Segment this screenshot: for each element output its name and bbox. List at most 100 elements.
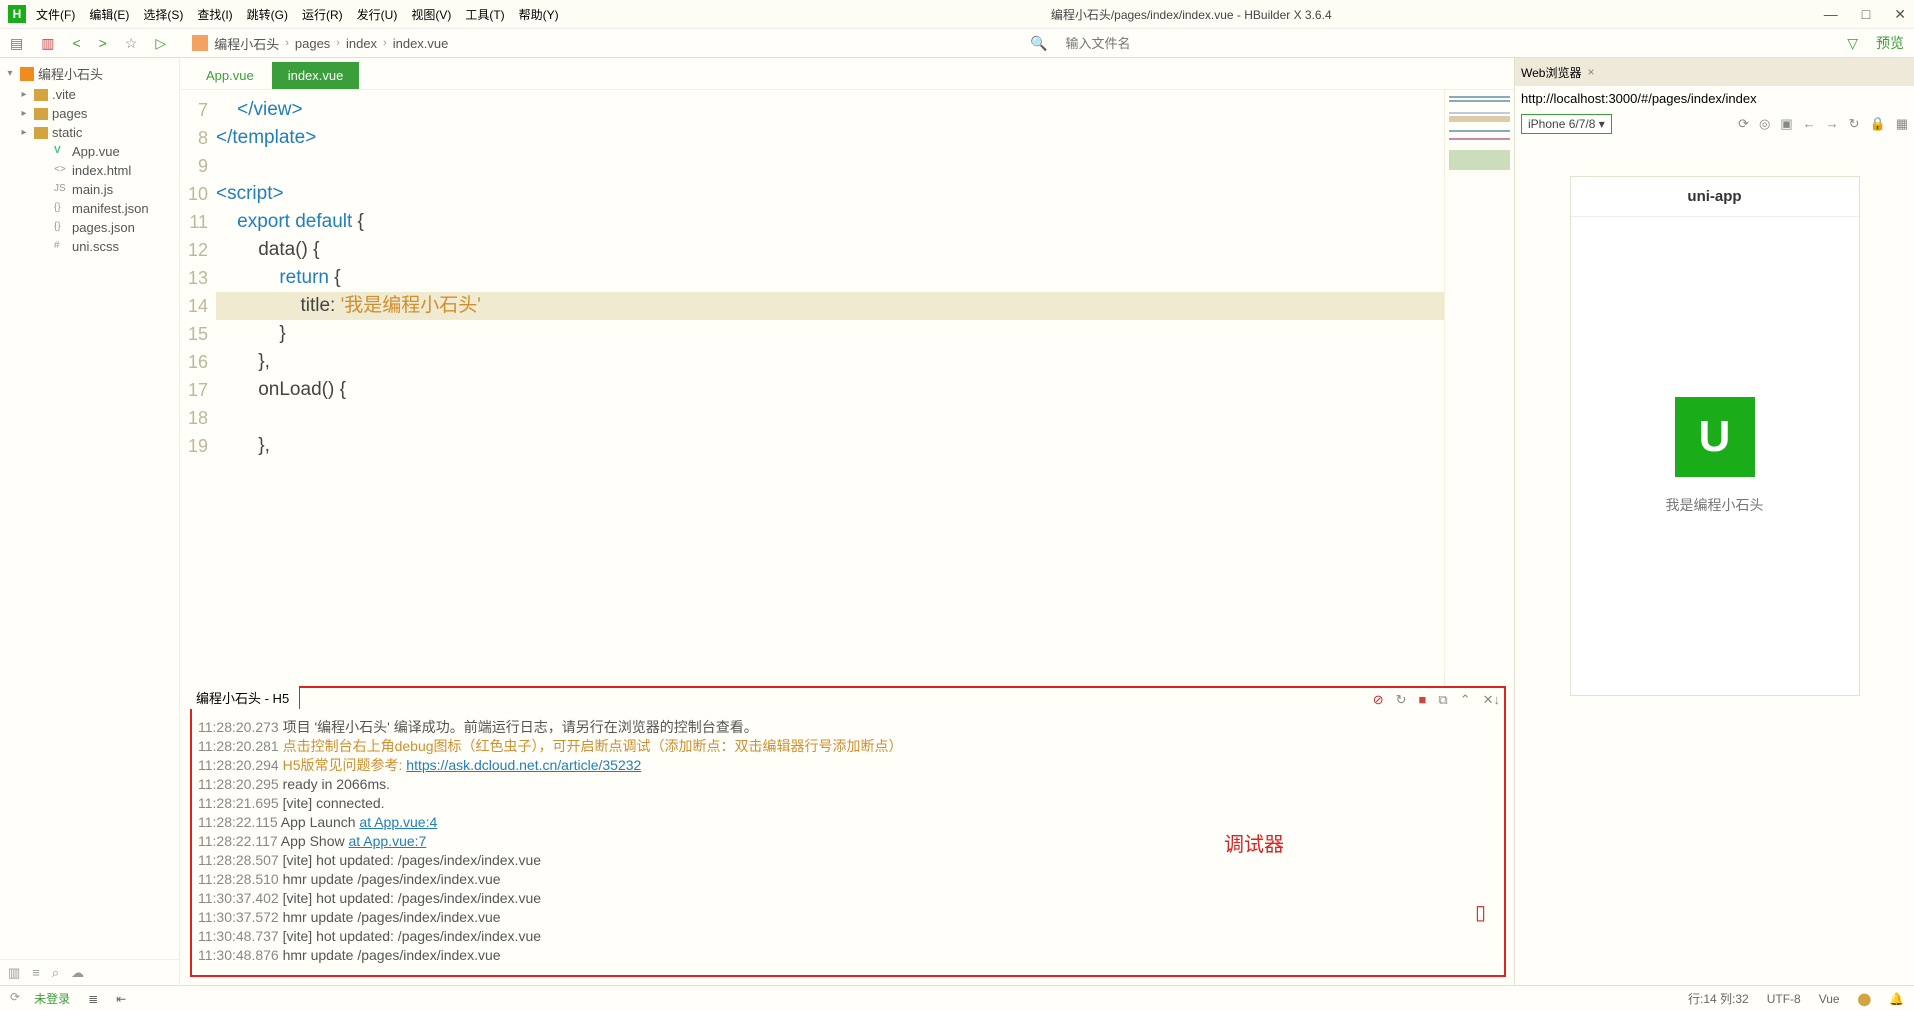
editor-tab[interactable]: App.vue — [190, 62, 270, 89]
stop-icon[interactable]: ■ — [1419, 692, 1427, 708]
nav-forward-button[interactable]: > — [99, 35, 107, 51]
target-icon[interactable]: ◎ — [1759, 116, 1770, 132]
menu-publish[interactable]: 发行(U) — [357, 6, 398, 23]
console-cursor-icon: ▯ — [1475, 900, 1486, 925]
tree-item[interactable]: VApp.vue — [0, 142, 179, 161]
gutter[interactable]: 78910111213141516171819 — [180, 90, 216, 686]
menu-help[interactable]: 帮助(Y) — [519, 6, 559, 23]
minimize-button[interactable]: — — [1824, 6, 1838, 23]
close-button[interactable]: ✕ — [1894, 6, 1906, 23]
editor-area: App.vueindex.vue 78910111213141516171819… — [180, 58, 1514, 985]
tree-item[interactable]: ▸pages — [0, 104, 179, 123]
breadcrumb-item[interactable]: index.vue — [393, 36, 449, 51]
menu-find[interactable]: 查找(I) — [197, 6, 232, 23]
console-body[interactable]: 11:28:20.273 项目 '编程小石头' 编译成功。前端运行日志，请另行在… — [192, 688, 1504, 975]
device-select-value: iPhone 6/7/8 — [1528, 117, 1595, 131]
encoding[interactable]: UTF-8 — [1767, 992, 1801, 1006]
menu-file[interactable]: 文件(F) — [36, 6, 75, 23]
filter-icon[interactable]: ▽ — [1847, 35, 1858, 52]
window-title: 编程小石头/pages/index/index.vue - HBuilder X… — [559, 6, 1824, 23]
star-icon[interactable]: ☆ — [125, 35, 138, 52]
breadcrumb: 编程小石头 › pages › index › index.vue — [192, 34, 448, 53]
titlebar: H 文件(F) 编辑(E) 选择(S) 查找(I) 跳转(G) 运行(R) 发行… — [0, 0, 1914, 28]
uni-logo: U — [1675, 397, 1755, 477]
tree-item[interactable]: JSmain.js — [0, 180, 179, 199]
tree-item[interactable]: #uni.scss — [0, 237, 179, 256]
console-tab[interactable]: 编程小石头 - H5 — [190, 686, 300, 709]
editor-tab[interactable]: index.vue — [272, 62, 360, 89]
cursor-position: 行:14 列:32 — [1688, 990, 1749, 1007]
app-icon: H — [8, 5, 26, 23]
menu-tools[interactable]: 工具(T) — [465, 6, 504, 23]
menu-run[interactable]: 运行(R) — [302, 6, 343, 23]
bell-icon[interactable]: 🔔 — [1889, 992, 1904, 1006]
breadcrumb-item[interactable]: pages — [295, 36, 330, 51]
back-icon[interactable]: ← — [1803, 116, 1816, 132]
editor-tabs: App.vueindex.vue — [180, 58, 1514, 90]
tree-item[interactable]: ▸static — [0, 123, 179, 142]
chevron-right-icon: › — [383, 37, 387, 49]
project-icon — [20, 67, 34, 81]
statusbar: ⟳ 未登录 ≣ ⇤ 行:14 列:32 UTF-8 Vue ⬤ 🔔 — [0, 985, 1914, 1011]
minimap[interactable] — [1444, 90, 1514, 686]
close-icon[interactable]: × — [1587, 65, 1594, 79]
window-controls: — □ ✕ — [1824, 6, 1906, 23]
forward-icon[interactable]: → — [1826, 116, 1839, 132]
device-select[interactable]: iPhone 6/7/8 ▾ — [1521, 114, 1612, 134]
sync-icon[interactable]: ⟳ — [10, 990, 20, 1007]
preview-tab-label[interactable]: Web浏览器 — [1521, 64, 1581, 81]
collapse-icon[interactable]: ⌃ — [1460, 692, 1471, 708]
reload-icon[interactable]: ↻ — [1849, 116, 1860, 132]
indent-icon[interactable]: ⇤ — [116, 992, 126, 1006]
login-status[interactable]: 未登录 — [34, 990, 70, 1007]
align-icon[interactable]: ≣ — [88, 992, 98, 1006]
tree-item[interactable]: ▸ .vite — [0, 85, 179, 104]
console-panel: 编程小石头 - H5 ⊘ ↻ ■ ⧉ ⌃ ✕↓ 11:28:20.273 项目 … — [190, 686, 1506, 977]
tree-item[interactable]: {}manifest.json — [0, 199, 179, 218]
menu-view[interactable]: 视图(V) — [411, 6, 451, 23]
code[interactable]: </view></template> <script> export defau… — [216, 90, 1444, 686]
maximize-button[interactable]: □ — [1862, 6, 1870, 23]
tree-label: main.js — [72, 182, 113, 197]
dir-icon[interactable]: ▥ — [8, 965, 20, 981]
chevron-right-icon: ▸ — [18, 89, 30, 100]
tree-item[interactable]: <>index.html — [0, 161, 179, 180]
new-file-button[interactable]: ▤ — [10, 35, 23, 52]
warning-icon[interactable]: ⬤ — [1858, 992, 1871, 1006]
lock-icon[interactable]: 🔒 — [1870, 116, 1886, 132]
menu-select[interactable]: 选择(S) — [143, 6, 183, 23]
cloud-icon[interactable]: ☁ — [71, 965, 84, 981]
tree-label: .vite — [52, 87, 76, 102]
console-actions: ⊘ ↻ ■ ⧉ ⌃ ✕↓ — [1373, 692, 1500, 708]
tree-label: index.html — [72, 163, 131, 178]
menu-edit[interactable]: 编辑(E) — [89, 6, 129, 23]
vue-icon: V — [54, 145, 68, 159]
chevron-right-icon: ▸ — [18, 127, 30, 138]
breadcrumb-item[interactable]: index — [346, 36, 377, 51]
popout-icon[interactable]: ⧉ — [1438, 692, 1447, 708]
debug-bug-icon[interactable]: ⊘ — [1373, 692, 1384, 708]
menu-goto[interactable]: 跳转(G) — [247, 6, 288, 23]
refresh-icon[interactable]: ↻ — [1396, 692, 1407, 708]
run-button[interactable]: ▷ — [155, 35, 166, 52]
preview-button[interactable]: 预览 — [1876, 33, 1904, 53]
rotate-icon[interactable]: ⟳ — [1738, 116, 1749, 132]
file-search-input[interactable] — [1066, 36, 1266, 51]
preview-tabbar: Web浏览器 × — [1515, 58, 1914, 86]
breadcrumb-item[interactable]: 编程小石头 — [214, 34, 279, 53]
preview-toolbar: iPhone 6/7/8 ▾ ⟳ ◎ ▣ ← → ↻ 🔒 ▦ — [1515, 112, 1914, 136]
list-icon[interactable]: ≡ — [32, 965, 40, 980]
chevron-right-icon: › — [336, 37, 340, 49]
screenshot-icon[interactable]: ▣ — [1780, 116, 1792, 132]
editor: 78910111213141516171819 </view></templat… — [180, 90, 1514, 686]
find-icon[interactable]: ⌕ — [52, 965, 59, 981]
grid-icon[interactable]: ▦ — [1896, 116, 1908, 132]
tree-item[interactable]: {}pages.json — [0, 218, 179, 237]
clear-icon[interactable]: ✕↓ — [1483, 692, 1500, 708]
new-window-button[interactable]: ▥ — [41, 35, 54, 52]
phone-frame: uni-app U 我是编程小石头 — [1570, 176, 1860, 696]
nav-back-button[interactable]: < — [72, 35, 80, 51]
language-mode[interactable]: Vue — [1819, 992, 1840, 1006]
tree-project-root[interactable]: ▾ 编程小石头 — [0, 62, 179, 85]
url-input[interactable] — [1521, 91, 1908, 106]
